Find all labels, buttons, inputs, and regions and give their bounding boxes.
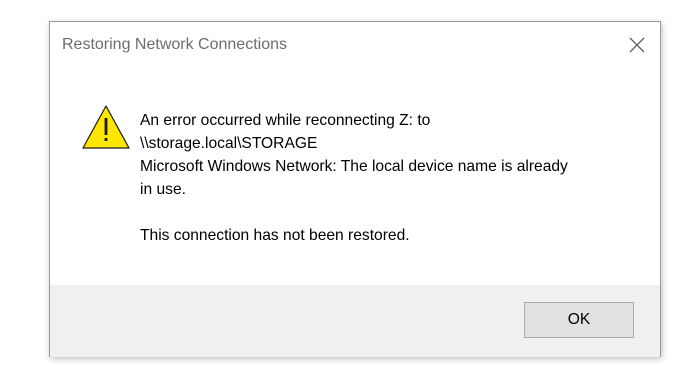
close-icon [629, 37, 645, 53]
title-bar: Restoring Network Connections [50, 22, 660, 68]
message-line: \\storage.local\STORAGE [140, 135, 318, 152]
error-message: An error occurred while reconnecting Z: … [140, 109, 640, 247]
message-line: An error occurred while reconnecting Z: … [140, 112, 431, 129]
message-line: Microsoft Windows Network: The local dev… [140, 158, 568, 175]
message-line: This connection has not been restored. [140, 227, 410, 244]
dialog-title: Restoring Network Connections [62, 36, 287, 53]
dialog-content: An error occurred while reconnecting Z: … [50, 68, 660, 282]
close-button[interactable] [620, 28, 654, 62]
button-bar: OK [50, 285, 660, 357]
message-line: in use. [140, 181, 186, 198]
dialog-window: Restoring Network Connections An error o… [49, 21, 661, 357]
ok-button[interactable]: OK [524, 302, 634, 338]
warning-icon [82, 105, 130, 149]
